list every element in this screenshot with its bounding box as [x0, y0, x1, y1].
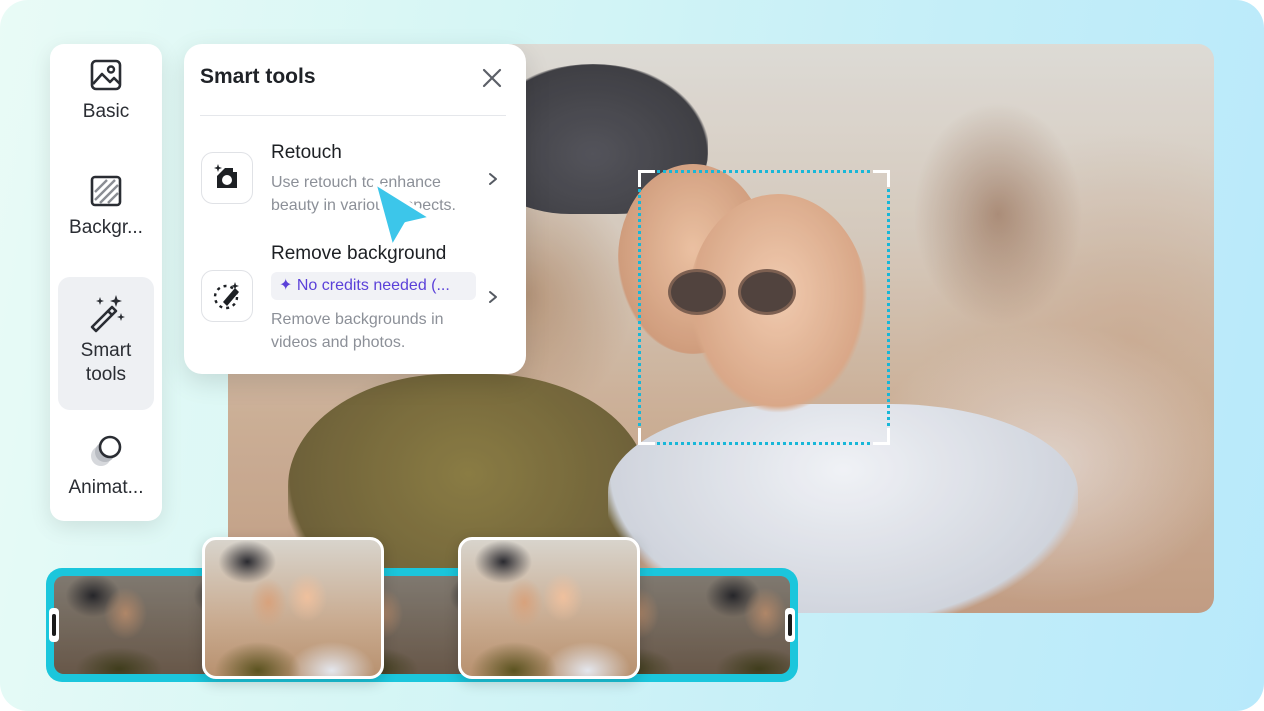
- keyframe-thumbnail[interactable]: [202, 537, 384, 679]
- tool-description: Remove backgrounds in videos and photos.: [271, 311, 444, 351]
- keyframe-thumbnail[interactable]: [458, 537, 640, 679]
- divider: [200, 115, 506, 116]
- trim-handle-right[interactable]: [785, 608, 795, 642]
- filmstrip-frames: [54, 576, 790, 674]
- sidebar-item-label: Animat...: [68, 477, 144, 498]
- background-pattern-icon: [90, 175, 122, 207]
- tools-sidebar: Basic Backgr... Smart tools Animat...: [50, 44, 162, 521]
- canvas-background: Basic Backgr... Smart tools Animat... Sm…: [0, 0, 1264, 711]
- sidebar-item-basic[interactable]: Basic: [58, 58, 154, 144]
- face-selection-box[interactable]: [638, 170, 890, 445]
- sidebar-item-label: Basic: [82, 101, 130, 122]
- tool-retouch[interactable]: Retouch Use retouch to enhance beauty in…: [200, 140, 514, 220]
- selection-corner-handle[interactable]: [873, 428, 890, 445]
- selection-corner-handle[interactable]: [638, 428, 655, 445]
- no-credits-badge: ✦ No credits needed (...: [271, 272, 476, 300]
- pointer-cursor-icon: [372, 180, 434, 250]
- chevron-right-icon: [489, 291, 497, 303]
- remove-background-icon: [201, 270, 253, 322]
- retouch-icon: [201, 152, 253, 204]
- sidebar-item-background[interactable]: Backgr...: [58, 174, 154, 260]
- filmstrip-frame: [694, 576, 790, 674]
- sidebar-item-label: Backgr...: [69, 217, 143, 238]
- smart-tools-panel: Smart tools Retouch Use retouch to enhan…: [184, 44, 526, 374]
- trim-handle-left[interactable]: [49, 608, 59, 642]
- chevron-right-icon: [489, 173, 497, 185]
- magic-wand-icon: [90, 295, 125, 333]
- sidebar-item-smart-tools[interactable]: Smart tools: [58, 277, 154, 410]
- sidebar-item-label: Smart tools: [80, 340, 132, 385]
- tool-name: Retouch: [271, 142, 342, 163]
- filmstrip-frame: [54, 576, 184, 674]
- animation-circles-icon: [91, 435, 122, 466]
- sidebar-item-animation[interactable]: Animat...: [58, 432, 154, 518]
- timeline-filmstrip[interactable]: [46, 568, 798, 682]
- selection-corner-handle[interactable]: [873, 170, 890, 187]
- selection-corner-handle[interactable]: [638, 170, 655, 187]
- image-icon: [90, 59, 122, 91]
- close-icon[interactable]: [480, 66, 504, 90]
- tool-remove-background[interactable]: Remove background ✦ No credits needed (.…: [200, 240, 514, 360]
- panel-title: Smart tools: [200, 65, 316, 88]
